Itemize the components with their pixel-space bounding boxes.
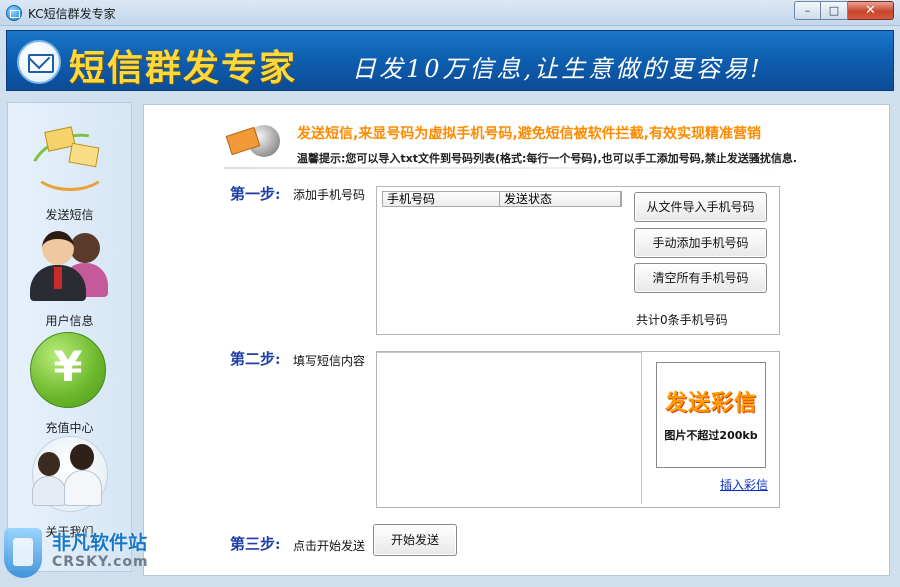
watermark-logo-icon: [4, 528, 44, 580]
notice-tip: 温馨提示:您可以导入txt文件到号码列表(格式:每行一个号码),也可以手工添加号…: [297, 152, 797, 165]
mail-logo-icon: [17, 40, 61, 84]
watermark-name: 非凡软件站: [52, 532, 148, 554]
watermark: 非凡软件站 CRSKY.com: [0, 524, 160, 587]
sms-content-input[interactable]: [377, 352, 642, 504]
maximize-button[interactable]: □: [821, 1, 848, 20]
insert-mms-link[interactable]: 插入彩信: [720, 476, 768, 493]
yen-coin-icon: ¥: [24, 330, 114, 408]
mms-title: 发送彩信: [664, 391, 757, 416]
start-send-button[interactable]: 开始发送: [373, 524, 457, 556]
step3-title: 第三步:: [230, 535, 281, 553]
step1-title: 第一步:: [230, 185, 281, 203]
phone-panel: 手机号码 发送状态 从文件导入手机号码 手动添加手机号码 清空所有手机号码 共计…: [376, 186, 780, 335]
sms-panel: 发送彩信 图片不超过200kb 插入彩信: [376, 351, 780, 508]
header-banner: 短信群发专家 日发10万信息,让生意做的更容易!: [6, 30, 894, 91]
step2-desc: 填写短信内容: [293, 354, 366, 368]
number-count: 共计0条手机号码: [636, 313, 728, 327]
notice-title: 发送短信,来显号码为虚拟手机号码,避免短信被软件拦截,有效实现精准营销: [297, 126, 761, 142]
sidebar: 发送短信 用户信息 ¥ 充值中心 关于我们: [7, 102, 132, 572]
column-phone-number[interactable]: 手机号码: [383, 192, 501, 206]
sidebar-item-label: 用户信息: [45, 314, 94, 328]
divider: [224, 167, 814, 169]
app-icon: [6, 5, 22, 21]
window-controls: – □ ✕: [794, 1, 894, 20]
close-button[interactable]: ✕: [848, 1, 894, 20]
watermark-domain: CRSKY.com: [52, 554, 149, 570]
add-number-button[interactable]: 手动添加手机号码: [634, 228, 767, 258]
sidebar-item-send-sms[interactable]: 发送短信: [8, 117, 131, 223]
sidebar-item-label: 发送短信: [45, 208, 94, 222]
title-bar: KC短信群发专家 – □ ✕: [0, 0, 900, 26]
column-send-status[interactable]: 发送状态: [500, 192, 621, 206]
customer-service-icon: [24, 434, 114, 512]
mms-size-hint: 图片不超过200kb: [664, 429, 758, 442]
minimize-button[interactable]: –: [794, 1, 821, 20]
step1-desc: 添加手机号码: [293, 188, 366, 202]
step2-title: 第二步:: [230, 350, 281, 368]
clear-numbers-button[interactable]: 清空所有手机号码: [634, 263, 767, 293]
brand-title: 短信群发专家: [69, 48, 298, 89]
phone-list[interactable]: 手机号码 发送状态: [382, 191, 622, 329]
import-numbers-button[interactable]: 从文件导入手机号码: [634, 192, 767, 222]
mail-disc-icon: [224, 121, 284, 161]
sidebar-item-user-info[interactable]: 用户信息: [8, 223, 131, 329]
list-header: 手机号码 发送状态: [382, 191, 622, 207]
window-title: KC短信群发专家: [28, 7, 116, 21]
main-panel: 发送短信,来显号码为虚拟手机号码,避免短信被软件拦截,有效实现精准营销 温馨提示…: [143, 104, 890, 576]
mms-image-box[interactable]: 发送彩信 图片不超过200kb: [656, 362, 766, 468]
step3-desc: 点击开始发送: [293, 539, 366, 553]
slogan: 日发10万信息,让生意做的更容易!: [352, 55, 763, 83]
envelope-swirl-icon: [21, 117, 115, 202]
users-icon: [24, 223, 114, 301]
sidebar-item-recharge[interactable]: ¥ 充值中心: [8, 330, 131, 436]
